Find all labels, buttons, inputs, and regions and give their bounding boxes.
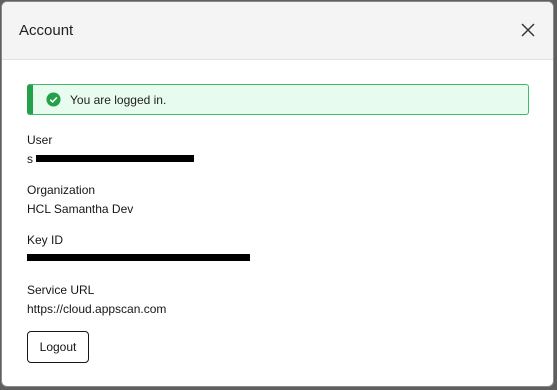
user-label: User xyxy=(27,133,53,147)
dialog-title: Account xyxy=(19,22,74,39)
login-status-alert: You are logged in. xyxy=(27,84,529,115)
check-circle-icon xyxy=(46,92,61,107)
service-url-label: Service URL xyxy=(27,283,95,297)
key-id-redaction xyxy=(27,254,250,261)
account-dialog: Account You are logged in. User s Organi… xyxy=(1,1,554,387)
alert-message: You are logged in. xyxy=(70,93,167,107)
dialog-header: Account xyxy=(2,2,553,60)
key-id-label: Key ID xyxy=(27,233,64,247)
organization-label: Organization xyxy=(27,183,96,197)
logout-button[interactable]: Logout xyxy=(27,331,89,363)
user-redaction xyxy=(36,155,194,162)
close-icon[interactable] xyxy=(519,21,537,39)
user-value: s xyxy=(27,152,33,166)
service-url-value: https://cloud.appscan.com xyxy=(27,302,167,316)
organization-value: HCL Samantha Dev xyxy=(27,202,134,216)
